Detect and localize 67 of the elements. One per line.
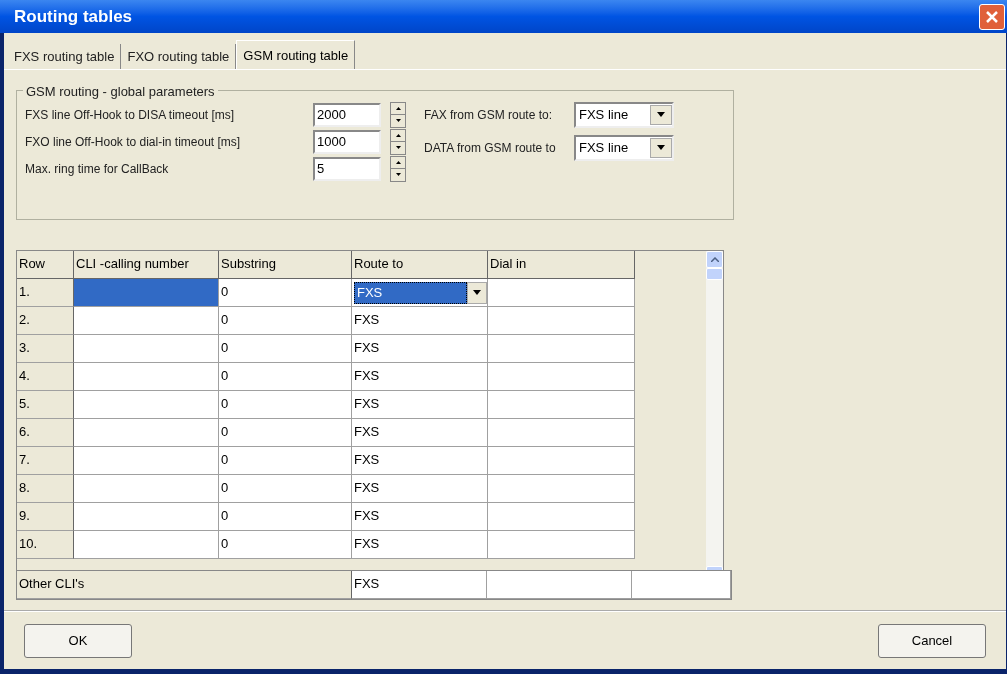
column-header[interactable]: Substring [219, 251, 352, 279]
table-cell: 0 [219, 363, 352, 391]
row-header: 9. [17, 503, 74, 531]
field-label: FAX from GSM route to: [424, 106, 554, 124]
ok-button[interactable]: OK [24, 624, 132, 658]
up-arrow-icon [395, 106, 401, 110]
number-field[interactable]: 1000 [313, 129, 381, 154]
dropdown[interactable]: FXS line [574, 134, 674, 161]
close-button[interactable] [979, 3, 1005, 30]
up-arrow-icon [395, 133, 401, 137]
number-field[interactable]: 5 [313, 156, 381, 181]
row-header: 10. [17, 531, 74, 559]
spin-buttons[interactable] [390, 101, 406, 128]
row-header: 7. [17, 447, 74, 475]
row-header: 1. [17, 279, 74, 307]
table-cell: FXS [352, 447, 488, 475]
down-arrow-icon [395, 119, 401, 123]
route-dropdown[interactable]: FXS [352, 279, 488, 307]
up-arrow-icon [395, 160, 401, 164]
row-header: Other CLI's [17, 571, 352, 599]
table-cell: FXS [352, 475, 488, 503]
field-label: Max. ring time for CallBack [25, 160, 170, 178]
down-arrow-icon [395, 146, 401, 150]
table-cell: 0 [219, 475, 352, 503]
table-cell: 0 [219, 419, 352, 447]
column-header[interactable]: Dial in [488, 251, 635, 279]
spin-buttons[interactable] [390, 128, 406, 155]
table-cell: 0 [219, 447, 352, 475]
row-header: 2. [17, 307, 74, 335]
row-header: 8. [17, 475, 74, 503]
cancel-button[interactable]: Cancel [878, 624, 986, 658]
field-label: FXO line Off-Hook to dial-in timeout [ms] [25, 133, 242, 151]
table-cell: FXS [352, 419, 488, 447]
row-header: 4. [17, 363, 74, 391]
table-cell: 0 [219, 531, 352, 559]
table-cell: FXS [352, 335, 488, 363]
close-icon [985, 9, 999, 24]
table-cell: 0 [219, 391, 352, 419]
table-cell: FXS [352, 503, 488, 531]
row-header: 5. [17, 391, 74, 419]
row-header: 6. [17, 419, 74, 447]
table-cell: 0 [219, 503, 352, 531]
column-header[interactable]: Route to [352, 251, 488, 279]
caret-icon [473, 290, 481, 295]
field-label: FXS line Off-Hook to DISA timeout [ms] [25, 106, 236, 124]
caret-icon [657, 112, 665, 117]
row-header: 3. [17, 335, 74, 363]
number-field[interactable]: 2000 [313, 102, 381, 127]
dropdown[interactable]: FXS line [574, 101, 674, 128]
table-cell: FXS [352, 531, 488, 559]
column-header[interactable]: CLI -calling number [74, 251, 219, 279]
scrollbar-thumb[interactable] [706, 268, 723, 280]
caret-icon [657, 145, 665, 150]
down-arrow-icon [395, 173, 401, 177]
window-title: Routing tables [14, 5, 134, 28]
table-cell: FXS [352, 307, 488, 335]
table-cell: 0 [219, 279, 352, 307]
tab[interactable]: GSM routing table [236, 40, 356, 70]
table-cell: FXS [352, 571, 487, 599]
column-header[interactable]: Row [17, 251, 74, 279]
spin-buttons[interactable] [390, 155, 406, 182]
table-cell: 0 [219, 307, 352, 335]
table-cell: FXS [352, 363, 488, 391]
table-cell: FXS [352, 391, 488, 419]
tab[interactable]: FXS routing table [8, 44, 122, 69]
table-cell: 0 [219, 335, 352, 363]
field-label: DATA from GSM route to [424, 139, 557, 157]
